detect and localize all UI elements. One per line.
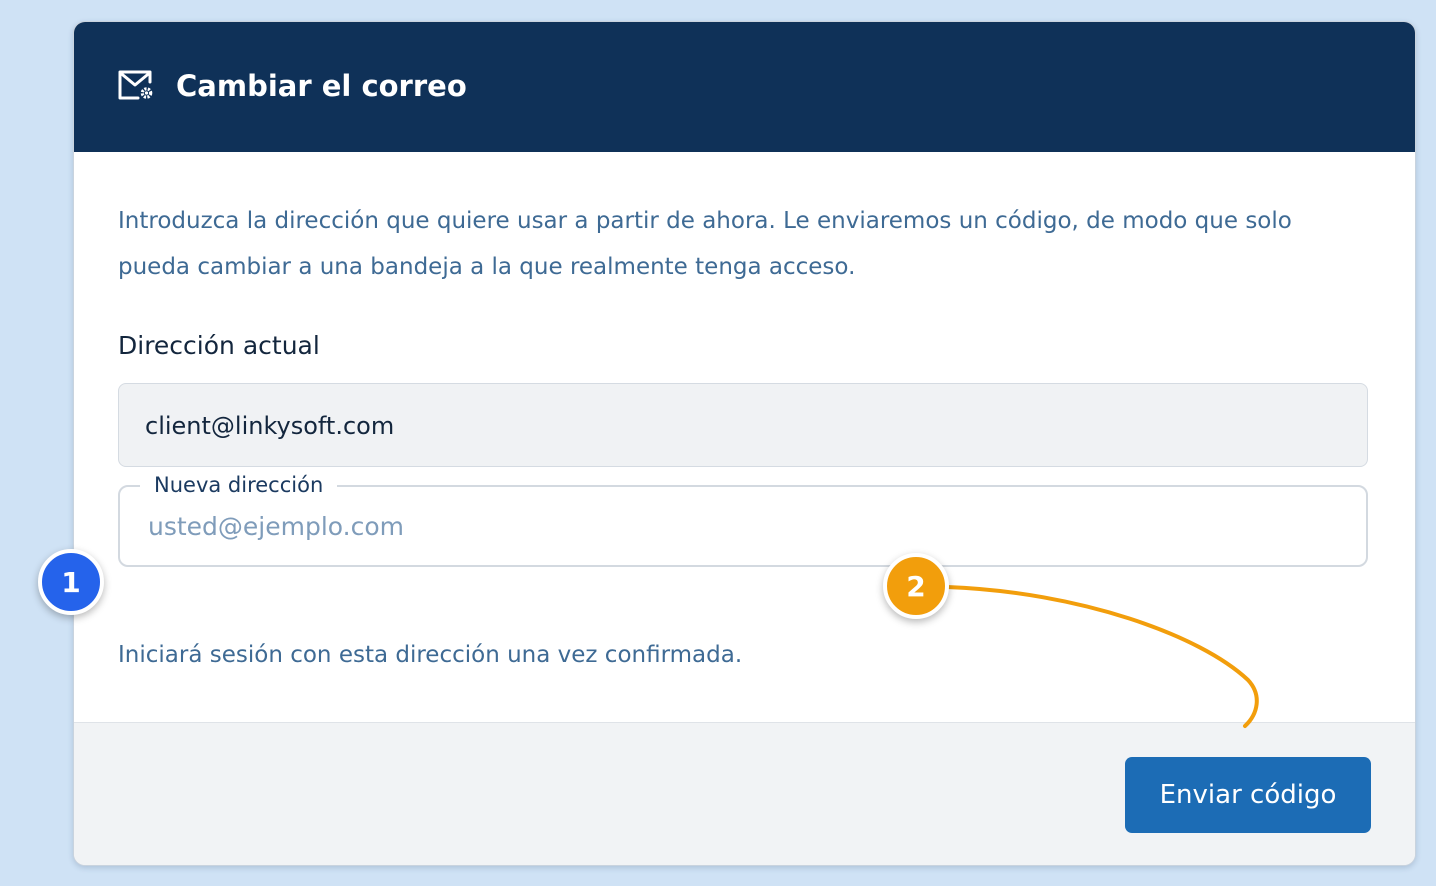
current-address-label: Dirección actual: [118, 331, 320, 360]
card-footer: Enviar código: [74, 722, 1415, 865]
send-code-button[interactable]: Enviar código: [1125, 757, 1371, 833]
new-address-input[interactable]: [148, 505, 1328, 547]
annotation-badge-1: 1: [38, 549, 104, 615]
card-title: Cambiar el correo: [176, 69, 467, 103]
card-header: Cambiar el correo: [74, 22, 1415, 152]
annotation-badge-2: 2: [883, 553, 949, 619]
new-address-label: Nueva dirección: [140, 470, 338, 500]
mail-settings-icon: [118, 70, 153, 100]
change-email-card: Cambiar el correo Introduzca la direcció…: [73, 21, 1416, 866]
new-address-field[interactable]: Nueva dirección: [118, 470, 1368, 567]
intro-text: Introduzca la dirección que quiere usar …: [118, 208, 1292, 280]
current-address-field: client@linkysoft.com: [118, 383, 1368, 467]
current-address-value: client@linkysoft.com: [145, 412, 395, 440]
hint-text: Iniciará sesión con esta dirección una v…: [118, 642, 743, 668]
